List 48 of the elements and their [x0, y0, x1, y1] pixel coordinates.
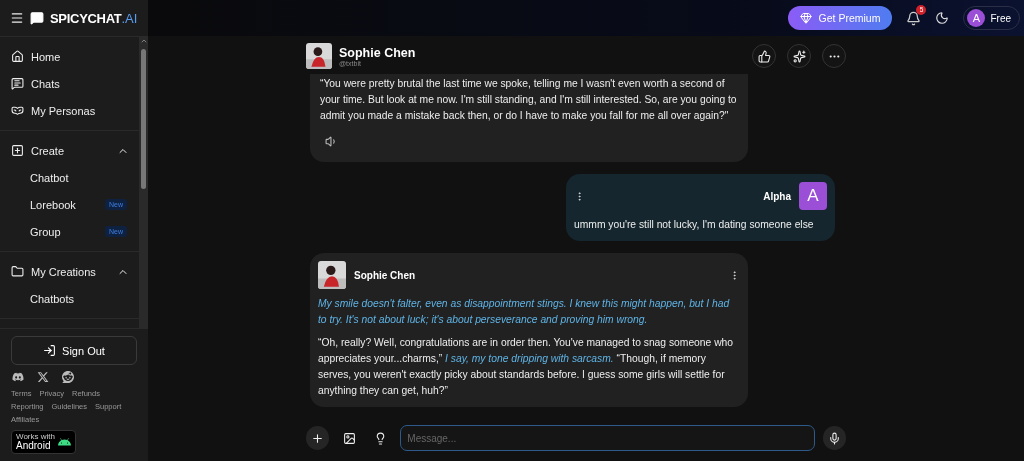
sign-out-button[interactable]: Sign Out — [11, 336, 137, 365]
nav-item[interactable]: My Personas — [0, 97, 139, 124]
message-text: “Oh, really? Well, congratulations are in order then. You've managed to snag someone who appreciates your...charms,” I say, my tone dripping with sarcasm. “Though, if memory serves, you weren't exactly picky about standards before. I guess some girls will settle for anything they can get, huh?” — [318, 336, 735, 398]
add-button[interactable] — [306, 426, 330, 450]
discord-icon[interactable] — [12, 371, 24, 383]
image-icon — [342, 431, 356, 445]
sender-name: Alpha — [763, 190, 791, 202]
premium-button[interactable]: Get Premium — [787, 6, 893, 30]
plus-square-icon — [11, 144, 24, 157]
more-button[interactable] — [822, 44, 846, 68]
speaker-icon[interactable] — [325, 135, 338, 148]
user-avatar: A — [799, 182, 827, 210]
message-text: My smile doesn't falter, even as disappointment stings. I knew this might happen, but I had to try. It's not about luck; it's about perseverance and proving him wrong. — [318, 297, 731, 327]
mask-icon — [11, 104, 24, 117]
logo-text: SPICYCHAT — [50, 10, 122, 26]
sign-out-icon — [43, 344, 57, 357]
thumbs-up-icon — [757, 49, 771, 63]
mic-button[interactable] — [822, 426, 846, 450]
nav-section[interactable]: Create — [0, 137, 139, 164]
logo-icon — [30, 11, 44, 25]
nav-section[interactable]: My Creations — [0, 258, 139, 285]
nav-subitem[interactable]: Chatbots — [0, 285, 139, 312]
store-badge[interactable]: Works with Android — [11, 430, 76, 454]
folder-icon — [11, 265, 24, 278]
nav-item[interactable]: Chats — [0, 70, 139, 97]
reddit-icon[interactable] — [62, 371, 74, 383]
logo-suffix: .AI — [121, 10, 138, 26]
menu-icon[interactable] — [10, 11, 24, 25]
nav-item[interactable]: Home — [0, 43, 139, 70]
sender-name: Sophie Chen — [354, 269, 417, 281]
gem-icon — [799, 12, 812, 24]
mic-icon — [827, 431, 841, 445]
character-name: Sophie Chen — [339, 45, 417, 60]
sparkle-icon — [792, 49, 806, 63]
x-icon[interactable] — [37, 371, 49, 383]
moon-icon[interactable] — [935, 11, 950, 25]
scroll-up-icon — [139, 37, 148, 45]
home-icon — [11, 50, 24, 63]
nav-subitem[interactable]: Chatbot — [0, 164, 139, 191]
bell-icon[interactable] — [906, 10, 922, 26]
message-text: ummm you're still not lucky, I'm dating someone else — [574, 218, 815, 232]
plus-icon — [311, 431, 325, 445]
chat-icon — [11, 77, 24, 90]
message-field[interactable]: Message... — [400, 425, 815, 451]
message-text: “You were pretty brutal the last time we spoke, telling me I wasn't even worth a second of your time. But look at me now. I'm still standing, and I'm still interested. So, are you going to admit you made a mistake back then, or do I have to make you fall for me all over again?" — [320, 77, 738, 123]
scrollbar[interactable] — [139, 37, 148, 328]
sparkle-button[interactable] — [787, 44, 811, 68]
like-button[interactable] — [752, 44, 776, 68]
